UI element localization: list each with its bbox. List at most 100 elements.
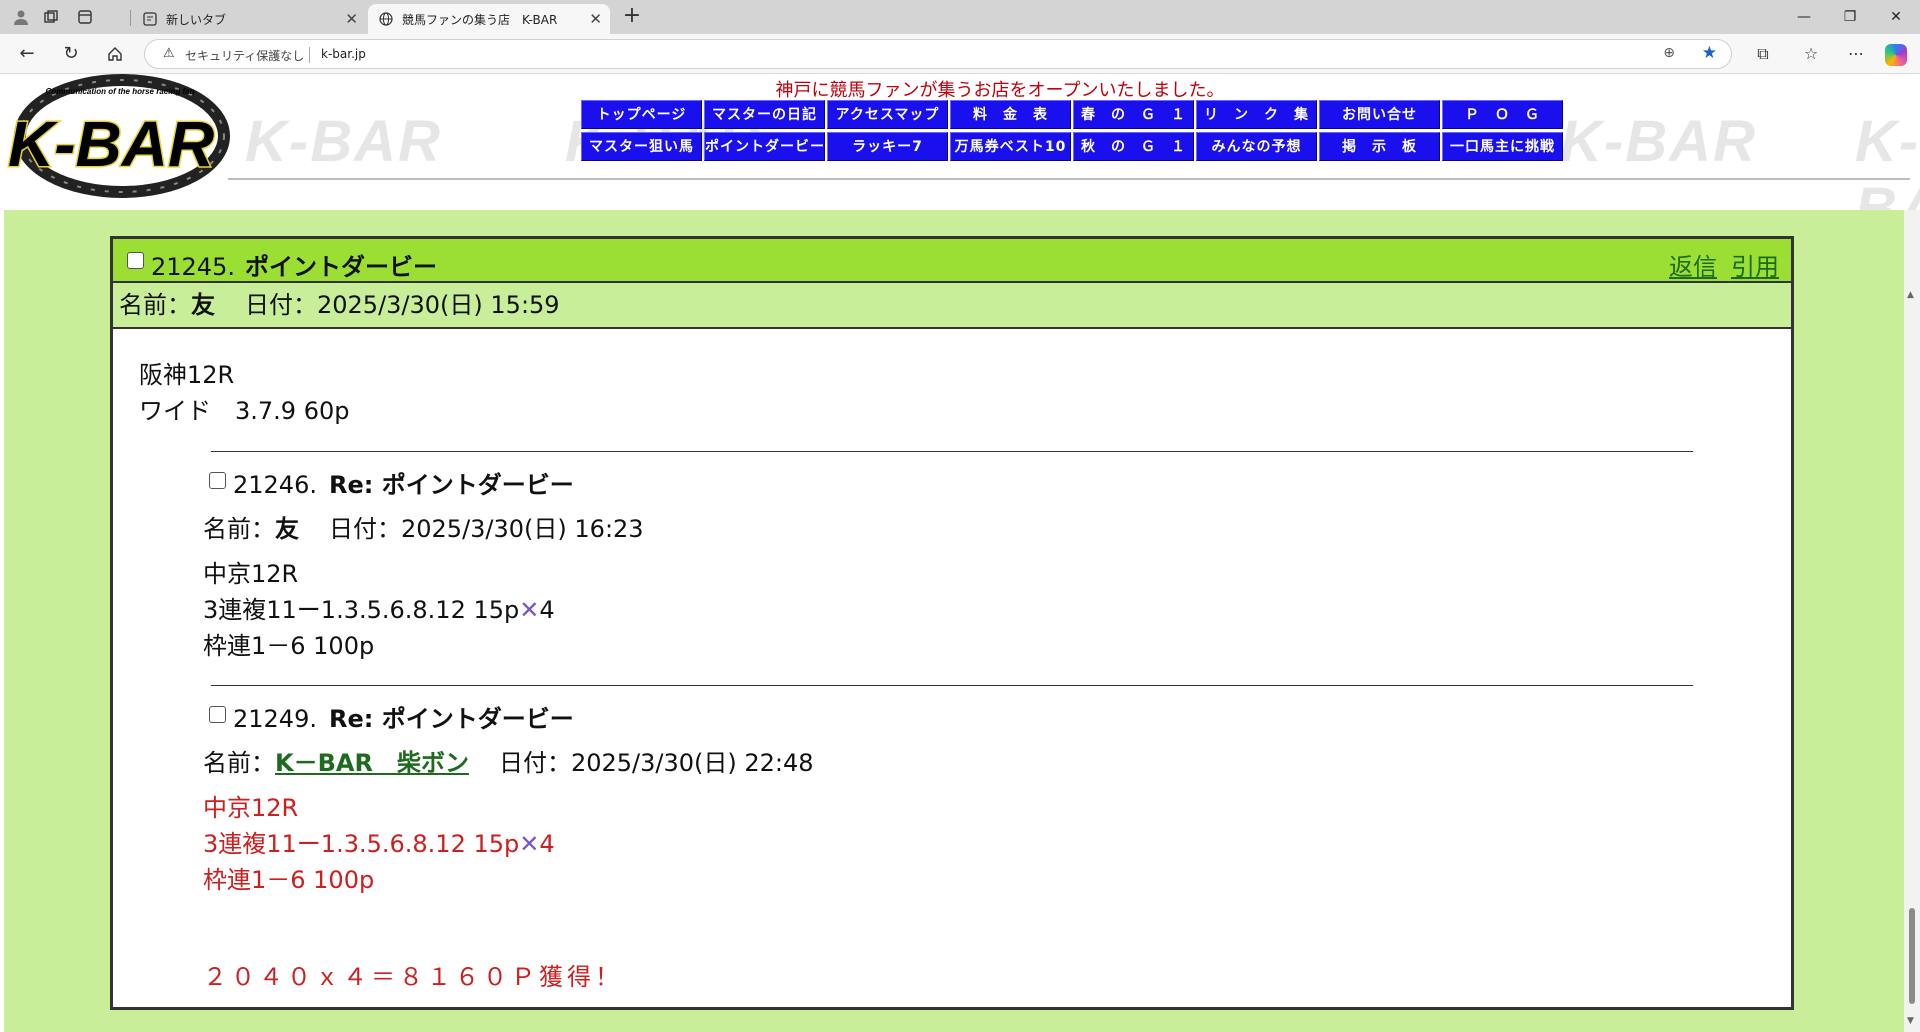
watermark: K-BAR [1560,109,1757,174]
body-line: 枠連1－6 100p [203,866,375,894]
post-body: 阪神12R ワイド 3.7.9 60p [139,357,349,429]
post-title: 21245. ポイントダービー [151,247,437,282]
tagline: 神戸に競馬ファンが集うお店をオープンいたしました。 [775,80,1225,101]
body-line: 3連複11ー1.3.5.6.8.12 15p✕4 [203,826,814,862]
browser-tab-bar: 新しいタブ ✕ 競馬ファンの集う店 K-BAR ✕ + — ❐ ✕ [0,0,1920,34]
cross-mark-icon: ✕ [519,830,540,858]
menu-pog[interactable]: Ｐ Ｏ Ｇ [1442,100,1563,129]
date-label: 日付： [498,749,571,777]
browser-toolbar: ← ↻ ⚠ セキュリティ保護なし k-bar.jp ⊕ ★ ⧉ ☆ ⋯ [0,34,1920,74]
menu-owner-challenge[interactable]: 一口馬主に挑戦 [1442,132,1563,161]
close-tab-icon[interactable]: ✕ [589,10,602,28]
reply-number: 21249. [233,705,317,733]
reply-date: 2025/3/30(日) 22:48 [570,749,814,777]
menu-master-diary[interactable]: マスターの日記 [704,100,825,129]
close-window-button[interactable]: ✕ [1873,4,1919,30]
menu-bulletin-board[interactable]: 掲 示 板 [1319,132,1440,161]
reply-number: 21246. [233,471,317,499]
cross-mark-icon: ✕ [519,596,540,624]
name-label: 名前： [119,291,191,319]
scroll-up-icon[interactable]: ▲ [1907,290,1914,300]
menu-contact[interactable]: お問い合せ [1319,100,1440,129]
tab-new-tab[interactable]: 新しいタブ ✕ [132,4,366,34]
menu-top-page[interactable]: トップページ [581,100,702,129]
menu-spring-g1[interactable]: 春 の Ｇ １ [1073,100,1194,129]
address-bar[interactable]: ⚠ セキュリティ保護なし k-bar.jp ⊕ ★ [144,39,1732,69]
menu-links[interactable]: リ ン ク 集 [1196,100,1317,129]
reply-checkbox[interactable] [209,472,226,489]
workspaces-icon[interactable] [40,6,62,28]
back-arrow-icon[interactable]: ← [14,41,40,67]
post-subject: ポイントダービー [244,253,437,281]
post-meta: 名前：友 日付：2025/3/30(日) 15:59 [113,283,1791,329]
scrollbar-thumb[interactable] [1909,908,1915,1004]
menu-everyone-predictions[interactable]: みんなの予想 [1196,132,1317,161]
tab-title: 新しいタブ [166,12,227,27]
multiplier: 4 [539,830,555,858]
reply-subject: Re: ポイントダービー [328,705,574,733]
body-line: ワイド 3.7.9 60p [139,397,350,425]
body-line: 阪神12R [139,361,235,389]
warning-icon[interactable]: ⚠ [163,46,175,61]
post-number: 21245. [151,253,235,281]
post-date: 2025/3/30(日) 15:59 [317,291,560,319]
favorite-star-icon[interactable]: ★ [1702,43,1717,63]
security-status[interactable]: セキュリティ保護なし [185,47,304,64]
date-label: 日付： [245,291,317,319]
restore-button[interactable]: ❐ [1827,4,1873,30]
post-checkbox[interactable] [127,252,144,269]
divider [211,451,1693,452]
quote-link[interactable]: 引用 [1731,253,1779,281]
profile-icon[interactable] [10,6,32,28]
post-header: 21245. ポイントダービー 返信 引用 [113,239,1791,283]
reply-checkbox[interactable] [209,706,226,723]
page-scrollbar[interactable]: ▲ ▼ [1904,210,1920,1032]
post-actions: 返信 引用 [1655,247,1779,282]
tab-k-bar[interactable]: 競馬ファンの集う店 K-BAR ✕ [368,4,610,34]
menu-lucky7[interactable]: ラッキー7 [827,132,948,161]
board-post: 21245. ポイントダービー 返信 引用 名前：友 日付：2025/3/30(日) … [110,236,1794,1010]
more-menu-icon[interactable]: ⋯ [1845,43,1867,65]
reply-body: 中京12R 3連複11ー1.3.5.6.8.12 15p✕4 枠連1－6 100… [203,790,814,898]
globe-icon [378,11,394,27]
minimize-button[interactable]: — [1781,4,1827,30]
new-tab-button[interactable]: + [620,4,644,30]
bet-text: 3連複11ー1.3.5.6.8.12 15p [203,830,520,858]
tab-title: 競馬ファンの集う店 K-BAR [402,12,558,27]
web-page: K-BAR K-BAR K-BAR K-BAR Communication of… [0,74,1920,1032]
scroll-down-icon[interactable]: ▼ [1907,1016,1914,1026]
refresh-icon[interactable]: ↻ [58,41,84,67]
zoom-icon[interactable]: ⊕ [1663,45,1675,61]
author-name-link[interactable]: K－BAR 柴ボン [275,749,469,777]
reply-body: 中京12R 3連複11ー1.3.5.6.8.12 15p✕4 枠連1－6 100… [203,556,644,664]
menu-master-picks[interactable]: マスター狙い馬 [581,132,702,161]
vertical-tabs-icon[interactable] [74,6,96,28]
author-name: 友 [275,515,299,543]
reply-meta: 名前：K－BAR 柴ボン 日付：2025/3/30(日) 22:48 [203,743,814,778]
menu-price-list[interactable]: 料 金 表 [950,100,1071,129]
site-menu: トップページ マスターの日記 アクセスマップ 料 金 表 春 の Ｇ １ リ ン… [581,100,1565,161]
home-icon[interactable] [102,41,128,67]
newtab-icon [142,11,158,27]
menu-best10[interactable]: 万馬券ベスト10 [950,132,1071,161]
bet-text: 3連複11ー1.3.5.6.8.12 15p [203,596,520,624]
reply-link[interactable]: 返信 [1669,253,1717,281]
body-line: 3連複11ー1.3.5.6.8.12 15p✕4 [203,592,644,628]
close-tab-icon[interactable]: ✕ [345,10,358,28]
extensions-icon[interactable]: ⧉ [1752,43,1774,65]
menu-access-map[interactable]: アクセスマップ [827,100,948,129]
site-header: K-BAR K-BAR K-BAR K-BAR Communication of… [0,74,1920,241]
name-label: 名前： [203,515,275,543]
menu-point-derby[interactable]: ポイントダービー [704,132,825,161]
body-line: 枠連1－6 100p [203,632,375,660]
watermark: K-BAR [245,109,442,174]
menu-autumn-g1[interactable]: 秋 の Ｇ １ [1073,132,1194,161]
copilot-icon[interactable] [1885,44,1907,66]
url-text[interactable]: k-bar.jp [321,47,366,61]
logo-text: K-BAR [8,108,214,180]
site-logo[interactable]: Communication of the horse racing fan K-… [2,74,232,198]
multiplier: 4 [539,596,555,624]
body-line: 中京12R [203,794,299,822]
date-label: 日付： [329,515,401,543]
favorites-icon[interactable]: ☆ [1800,43,1822,65]
